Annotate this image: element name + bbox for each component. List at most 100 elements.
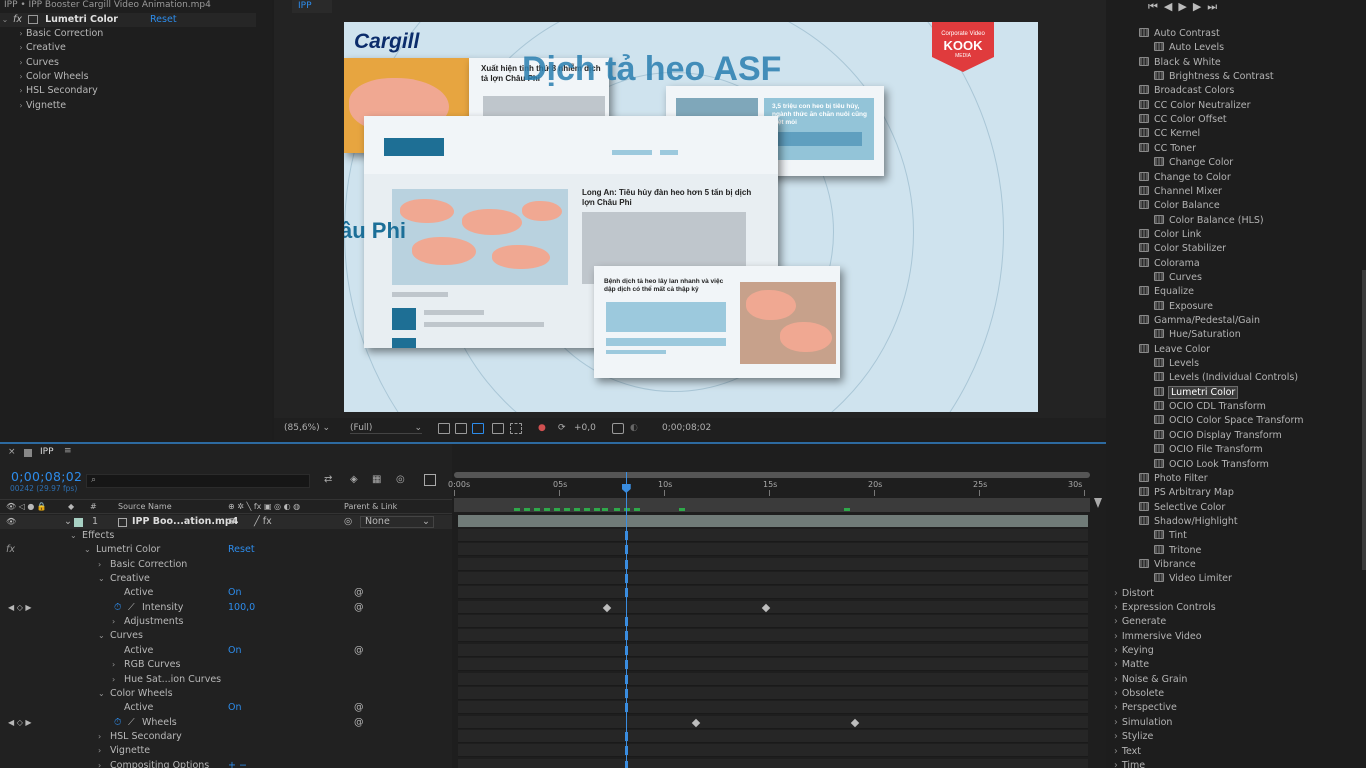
twirl-icon[interactable]: ⌄ bbox=[70, 529, 77, 543]
twirl-right-icon[interactable]: › bbox=[16, 70, 26, 84]
twirl-icon[interactable]: › bbox=[98, 744, 101, 758]
track-row[interactable] bbox=[458, 572, 1088, 586]
parent-dropdown[interactable]: None ⌄ bbox=[360, 516, 434, 528]
effect-item-levels-individual-controls-[interactable]: Levels (Individual Controls) bbox=[1108, 371, 1366, 385]
effect-item-color-balance[interactable]: Color Balance bbox=[1108, 199, 1366, 213]
show-snapshot-icon[interactable]: ◐ bbox=[630, 423, 638, 433]
twirl-icon[interactable]: › bbox=[112, 615, 115, 629]
motion-blur-icon[interactable]: ◎ bbox=[396, 474, 405, 485]
effect-item-tritone[interactable]: Tritone bbox=[1108, 544, 1366, 558]
effect-item-change-color[interactable]: Change Color bbox=[1108, 156, 1366, 170]
effect-item-color-balance-hls-[interactable]: Color Balance (HLS) bbox=[1108, 214, 1366, 228]
effect-item-video-limiter[interactable]: Video Limiter bbox=[1108, 572, 1366, 586]
zoom-dropdown[interactable]: (85,6%) ⌄ bbox=[284, 423, 330, 433]
twirl-icon[interactable]: › bbox=[112, 673, 115, 687]
effect-item-gamma-pedestal-gain[interactable]: Gamma/Pedestal/Gain bbox=[1108, 314, 1366, 328]
label-header-icon[interactable]: ◆ bbox=[68, 500, 74, 514]
shy-layers-icon[interactable]: ▦ bbox=[372, 474, 381, 485]
effect-item-ocio-cdl-transform[interactable]: OCIO CDL Transform bbox=[1108, 400, 1366, 414]
effect-item-ocio-display-transform[interactable]: OCIO Display Transform bbox=[1108, 429, 1366, 443]
property-value[interactable]: + − bbox=[228, 759, 247, 768]
twirl-icon[interactable]: › bbox=[98, 558, 101, 572]
property-row-lumetri-color[interactable]: fx ⌄ Lumetri Color Reset bbox=[0, 543, 452, 557]
effect-section-hsl-secondary[interactable]: › HSL Secondary bbox=[0, 84, 256, 98]
track-row[interactable] bbox=[458, 543, 1088, 557]
expression-pickwhip-icon[interactable]: @ bbox=[354, 644, 364, 658]
track-row[interactable] bbox=[458, 658, 1088, 672]
panel-menu-icon[interactable]: ≡ bbox=[64, 446, 72, 456]
parent-link-header[interactable]: Parent & Link bbox=[344, 500, 397, 514]
twirl-icon[interactable]: ⌄ bbox=[98, 687, 105, 701]
twirl-right-icon[interactable]: › bbox=[1114, 631, 1118, 642]
property-row-intensity[interactable]: ◀ ◇ ▶ ⏱ ⟋ Intensity 100,0 @ bbox=[0, 601, 452, 615]
effect-item-hue-saturation[interactable]: Hue/Saturation bbox=[1108, 328, 1366, 342]
effect-item-exposure[interactable]: Exposure bbox=[1108, 300, 1366, 314]
viewer-tab[interactable]: IPP bbox=[292, 0, 332, 13]
region-of-interest-icon[interactable] bbox=[492, 423, 504, 434]
effect-item-leave-color[interactable]: Leave Color bbox=[1108, 343, 1366, 357]
effect-item-ocio-color-space-transform[interactable]: OCIO Color Space Transform bbox=[1108, 414, 1366, 428]
layer-search-input[interactable]: ⌕ bbox=[86, 474, 310, 488]
effect-category-perspective[interactable]: › Perspective bbox=[1108, 701, 1366, 715]
effect-category-expression-controls[interactable]: › Expression Controls bbox=[1108, 601, 1366, 615]
fx-switch-icon[interactable]: ╱ fx bbox=[254, 515, 272, 529]
transparency-grid-icon[interactable] bbox=[455, 423, 467, 434]
twirl-right-icon[interactable]: › bbox=[1114, 717, 1118, 728]
layer-name[interactable]: IPP Boo...ation.mp4 bbox=[132, 515, 238, 529]
fast-preview-icon[interactable] bbox=[438, 423, 450, 434]
twirl-icon[interactable]: ⌄ bbox=[98, 572, 105, 586]
reset-link[interactable]: Reset bbox=[150, 13, 177, 27]
snapshot-camera-icon[interactable] bbox=[612, 423, 624, 434]
property-row-color-wheels[interactable]: ⌄ Color Wheels bbox=[0, 687, 452, 701]
track-row[interactable] bbox=[458, 529, 1088, 542]
effect-category-immersive-video[interactable]: › Immersive Video bbox=[1108, 630, 1366, 644]
twirl-right-icon[interactable]: › bbox=[1114, 688, 1118, 699]
graph-icon[interactable]: ⟋ bbox=[128, 601, 135, 615]
time-ruler[interactable]: 0:00s 05s 10s 15s 20s 25s 30s bbox=[448, 480, 1090, 496]
layer-visibility-icon[interactable]: 👁 bbox=[6, 515, 16, 529]
property-row-hsl-secondary[interactable]: › HSL Secondary bbox=[0, 730, 452, 744]
layer-clip-bar[interactable] bbox=[458, 515, 1088, 527]
twirl-right-icon[interactable]: › bbox=[16, 99, 26, 113]
track-row[interactable] bbox=[458, 586, 1088, 600]
property-row-basic-correction[interactable]: › Basic Correction bbox=[0, 558, 452, 572]
twirl-right-icon[interactable]: › bbox=[16, 84, 26, 98]
track-row[interactable] bbox=[458, 643, 1088, 657]
twirl-right-icon[interactable]: › bbox=[1114, 731, 1118, 742]
effect-item-channel-mixer[interactable]: Channel Mixer bbox=[1108, 185, 1366, 199]
property-row-creative[interactable]: ⌄ Creative bbox=[0, 572, 452, 586]
property-row-adjustments[interactable]: › Adjustments bbox=[0, 615, 452, 629]
track-row[interactable] bbox=[458, 729, 1088, 743]
track-row[interactable] bbox=[458, 715, 1088, 729]
color-channels-icon[interactable]: ● bbox=[538, 423, 546, 433]
track-row[interactable] bbox=[458, 686, 1088, 700]
mask-visibility-icon[interactable] bbox=[472, 423, 484, 434]
stopwatch-icon[interactable]: ⏱ bbox=[114, 601, 121, 615]
twirl-icon[interactable]: ⌄ bbox=[98, 629, 105, 643]
layer-switches-icon[interactable]: ⊕ bbox=[228, 515, 236, 529]
effect-item-ps-arbitrary-map[interactable]: PS Arbitrary Map bbox=[1108, 486, 1366, 500]
keyframe-navigator-icon[interactable]: ◀ ◇ ▶ bbox=[8, 716, 32, 730]
twirl-right-icon[interactable]: › bbox=[16, 56, 26, 70]
property-row-vignette[interactable]: › Vignette bbox=[0, 744, 452, 758]
effect-item-levels[interactable]: Levels bbox=[1108, 357, 1366, 371]
property-value[interactable]: Reset bbox=[228, 543, 255, 557]
stopwatch-icon[interactable]: ⏱ bbox=[114, 716, 121, 730]
effect-category-time[interactable]: › Time bbox=[1108, 759, 1366, 768]
track-row[interactable] bbox=[458, 629, 1088, 643]
effect-item-ocio-file-transform[interactable]: OCIO File Transform bbox=[1108, 443, 1366, 457]
property-value[interactable]: On bbox=[228, 644, 242, 658]
effect-item-auto-levels[interactable]: Auto Levels bbox=[1108, 41, 1366, 55]
preview-transport-controls[interactable]: ⏮◀▶▶⏭ bbox=[1148, 0, 1223, 14]
layer-label-color[interactable] bbox=[74, 518, 83, 527]
expression-pickwhip-icon[interactable]: @ bbox=[354, 601, 364, 615]
effect-item-curves[interactable]: Curves bbox=[1108, 271, 1366, 285]
track-row[interactable] bbox=[458, 600, 1088, 614]
property-row-rgb-curves[interactable]: › RGB Curves bbox=[0, 658, 452, 672]
source-name-header[interactable]: Source Name bbox=[118, 500, 172, 514]
viewer-timecode[interactable]: 0;00;08;02 bbox=[662, 423, 711, 433]
expression-pickwhip-icon[interactable]: @ bbox=[354, 701, 364, 715]
twirl-icon[interactable]: › bbox=[98, 730, 101, 744]
effect-item-equalize[interactable]: Equalize bbox=[1108, 285, 1366, 299]
fx-icon[interactable]: fx bbox=[13, 14, 22, 25]
